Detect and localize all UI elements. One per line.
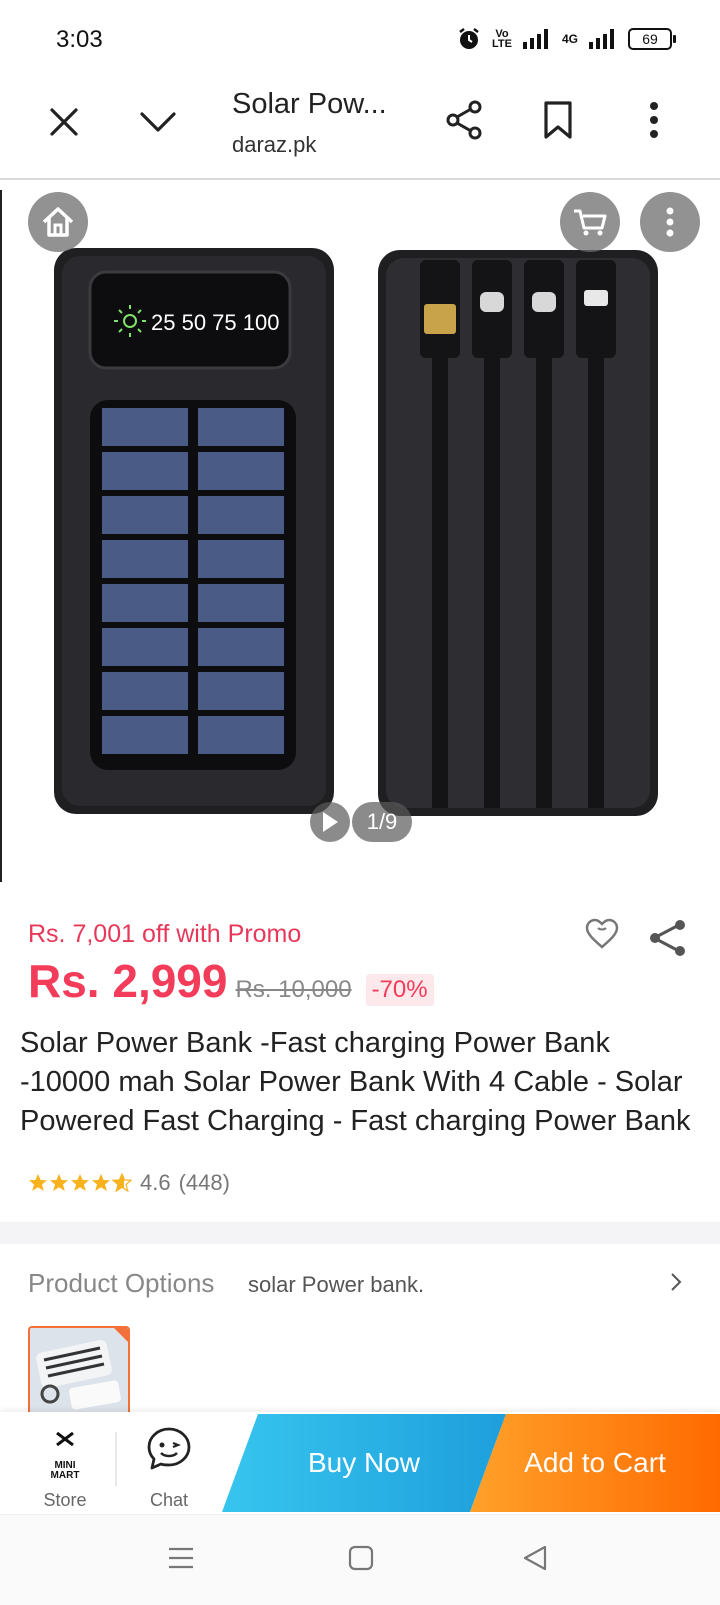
rating-value: 4.6	[140, 1170, 171, 1195]
add-to-cart-button[interactable]: Add to Cart	[470, 1414, 720, 1512]
home-button[interactable]	[28, 192, 88, 252]
product-options-label[interactable]: Product Options	[28, 1268, 214, 1299]
promo-text: Rs. 7,001 off with Promo	[28, 920, 302, 948]
more-vert-icon[interactable]	[630, 96, 678, 144]
option-thumbnail-image	[30, 1328, 128, 1418]
system-nav-bar	[0, 1514, 720, 1605]
image-pager: 1/9	[352, 802, 412, 842]
chevron-right-icon[interactable]	[670, 1272, 682, 1297]
store-logo-icon	[56, 1431, 74, 1447]
page-url[interactable]: daraz.pk	[232, 132, 316, 158]
share-icon[interactable]	[440, 96, 488, 144]
battery-indicator: 69	[628, 28, 676, 50]
status-time: 3:03	[56, 26, 103, 53]
chat-label: Chat	[149, 1490, 189, 1510]
product-image-gallery[interactable]: 25 50 75 100 1/9	[0, 180, 720, 882]
star-half-icon	[112, 1173, 132, 1193]
page-title[interactable]: Solar Pow...	[232, 88, 387, 121]
alarm-icon	[459, 28, 479, 49]
star-icon	[29, 1174, 47, 1191]
chevron-down-icon[interactable]	[134, 98, 182, 146]
status-bar: 3:03 Vo LTE 4G 69	[0, 0, 720, 82]
volte-indicator: Vo LTE	[492, 28, 512, 50]
home-icon	[42, 207, 74, 237]
play-icon	[323, 812, 338, 832]
status-icons: Vo LTE 4G 69	[456, 26, 676, 52]
browser-toolbar: Solar Pow... daraz.pk	[0, 82, 720, 180]
store-logo-text: MINI MART	[50, 1460, 80, 1481]
network-type: 4G	[561, 32, 578, 46]
lcd-text: 25 50 75 100	[151, 310, 279, 335]
bookmark-icon[interactable]	[534, 96, 582, 144]
bottom-action-bar: MINI MART Store Chat Buy Now Add to Cart	[0, 1412, 720, 1514]
star-icon	[92, 1174, 110, 1191]
divider	[115, 1432, 117, 1486]
gallery-more-button[interactable]	[640, 192, 700, 252]
more-vert-icon	[666, 207, 674, 237]
store-label: Store	[43, 1490, 87, 1510]
original-price: Rs. 10,000	[235, 976, 352, 1003]
product-options-value[interactable]: solar Power bank.	[248, 1272, 424, 1298]
wishlist-heart-icon[interactable]	[584, 918, 620, 955]
signal-icon	[522, 29, 548, 49]
star-rating	[28, 1173, 132, 1193]
menu-nav-icon[interactable]	[168, 1545, 194, 1576]
current-price: Rs. 2,999	[28, 955, 228, 1007]
product-image: 25 50 75 100	[54, 248, 658, 816]
option-thumbnail[interactable]	[28, 1326, 130, 1420]
chat-button[interactable]: Chat	[132, 1422, 206, 1514]
buy-now-button[interactable]: Buy Now	[222, 1414, 506, 1512]
close-icon[interactable]	[40, 98, 88, 146]
share-product-icon[interactable]	[648, 918, 688, 963]
store-button[interactable]: MINI MART Store	[30, 1422, 100, 1510]
product-title: Solar Power Bank -Fast charging Power Ba…	[20, 1027, 691, 1137]
chat-icon	[147, 1427, 191, 1470]
cart-icon	[574, 209, 607, 236]
review-count: (448)	[178, 1170, 230, 1195]
home-nav-icon[interactable]	[348, 1545, 374, 1576]
section-divider	[0, 1222, 720, 1244]
rating-row[interactable]: 4.6 (448)	[28, 1170, 230, 1196]
star-icon	[50, 1174, 68, 1191]
discount-badge: -70%	[365, 974, 434, 1006]
back-nav-icon[interactable]	[522, 1545, 548, 1576]
play-video-button[interactable]	[310, 802, 350, 842]
cart-button[interactable]	[560, 192, 620, 252]
star-icon	[71, 1174, 89, 1191]
price-row: Rs. 2,999 Rs. 10,000 -70%	[28, 954, 434, 1008]
signal-icon-2	[589, 29, 614, 49]
